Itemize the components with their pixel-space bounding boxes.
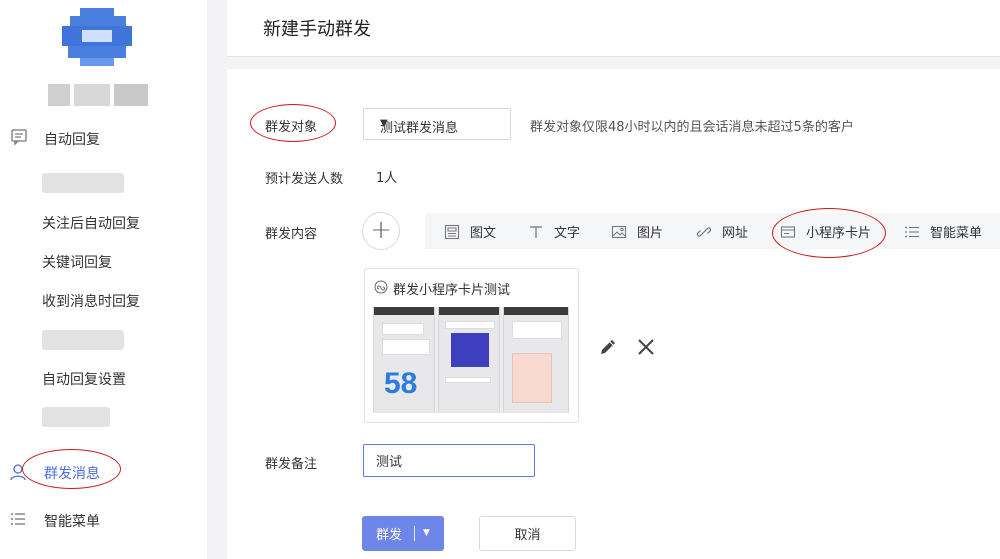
thumb-screen	[503, 307, 569, 413]
count-value: 1人	[376, 171, 398, 186]
content-label: 群发内容	[265, 227, 318, 242]
sidebar-item-follow-reply[interactable]: 关注后自动回复	[42, 213, 140, 233]
remark-input[interactable]	[363, 444, 535, 477]
tool-label: 小程序卡片	[806, 226, 872, 241]
tool-text[interactable]: 文字	[528, 222, 581, 241]
sidebar-item-auto-reply-settings[interactable]: 自动回复设置	[42, 369, 126, 389]
thumb-screen: 58	[373, 307, 435, 413]
miniprogram-card-preview: 群发小程序卡片测试 58	[364, 268, 579, 423]
card-title: 群发小程序卡片测试	[393, 283, 511, 298]
sidebar-item-blurred[interactable]	[42, 330, 124, 350]
plus-icon: +	[370, 215, 392, 245]
thumb-screen	[438, 307, 500, 413]
avatar	[58, 8, 136, 68]
layout-gutter	[227, 57, 1000, 69]
sidebar-item-label: 自动回复	[44, 132, 100, 148]
tool-label: 智能菜单	[930, 226, 983, 241]
page-header: 新建手动群发	[227, 0, 1000, 57]
list-icon	[905, 226, 919, 238]
text-icon	[530, 226, 542, 238]
target-select[interactable]: 测试群发消息 ▼	[363, 108, 511, 140]
close-icon[interactable]	[635, 336, 657, 358]
tool-link[interactable]: 网址	[696, 222, 749, 241]
tool-label: 网址	[722, 226, 749, 241]
layout-gutter	[207, 0, 227, 559]
article-icon	[444, 224, 460, 240]
send-button-label: 群发	[376, 528, 403, 543]
add-content-button[interactable]: +	[362, 212, 400, 250]
tool-image[interactable]: 图片	[611, 222, 664, 241]
sidebar-item-label: 智能菜单	[44, 514, 100, 530]
send-button[interactable]: 群发 ▼	[362, 516, 444, 551]
tool-label: 文字	[554, 226, 581, 241]
sidebar-item-message-reply[interactable]: 收到消息时回复	[42, 291, 140, 311]
cancel-button[interactable]: 取消	[479, 516, 576, 551]
tool-label: 图文	[470, 226, 497, 241]
page-title: 新建手动群发	[263, 19, 371, 40]
tool-miniprogram-card[interactable]: 小程序卡片	[780, 222, 872, 241]
sidebar-item-blurred[interactable]	[42, 173, 124, 193]
thumb-number: 58	[384, 367, 418, 400]
card-thumbnail: 58	[373, 307, 569, 413]
sidebar-item-blurred[interactable]	[42, 407, 110, 427]
sidebar: 自动回复 关注后自动回复 关键词回复 收到消息时回复 自动回复设置 群发消息 智…	[0, 0, 207, 559]
chat-icon	[11, 129, 27, 146]
count-label: 预计发送人数	[265, 172, 344, 187]
target-hint: 群发对象仅限48小时以内的且会话消息未超过5条的客户	[530, 120, 854, 135]
sidebar-item-keyword-reply[interactable]: 关键词回复	[42, 252, 112, 272]
image-icon	[611, 225, 627, 239]
sidebar-item-label: 群发消息	[44, 466, 100, 482]
tool-label: 图片	[637, 226, 664, 241]
list-icon	[11, 513, 25, 525]
remark-label: 群发备注	[265, 457, 318, 472]
content-type-toolbar: 图文 文字 图片 网址 小程序卡片 智能菜单	[425, 213, 1000, 249]
miniprogram-card-icon	[780, 226, 796, 238]
nickname-blurred	[48, 84, 148, 106]
target-label: 群发对象	[265, 120, 318, 135]
tool-article[interactable]: 图文	[444, 222, 497, 241]
user-icon	[10, 464, 26, 481]
caret-down-icon: ▼	[380, 118, 388, 129]
tool-smart-menu[interactable]: 智能菜单	[904, 222, 983, 241]
edit-icon[interactable]	[597, 336, 619, 358]
caret-down-icon[interactable]: ▼	[423, 528, 430, 538]
miniprogram-icon	[374, 280, 388, 294]
link-icon	[696, 227, 712, 237]
